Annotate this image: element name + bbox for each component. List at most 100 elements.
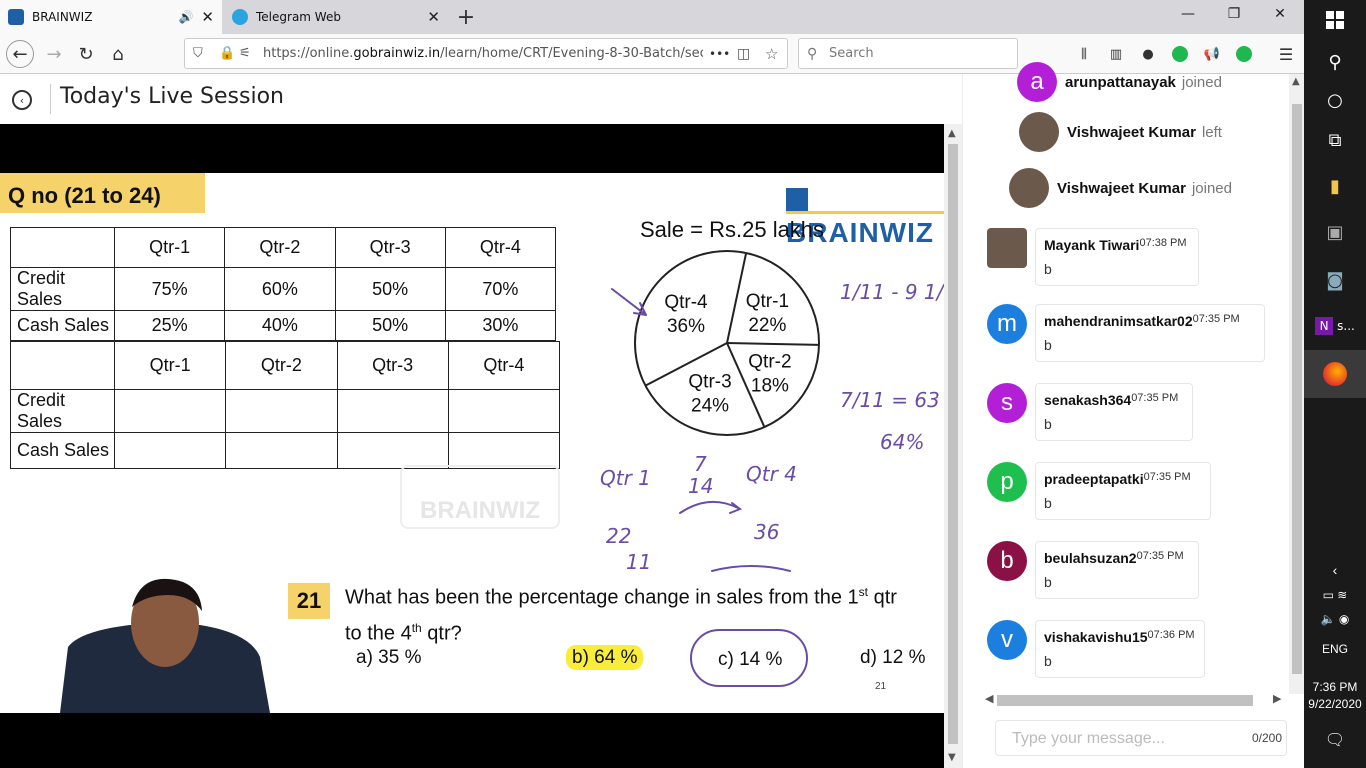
- lecture-slide: Q no (21 to 24) BRAINWIZ Qtr-1 Qtr-2 Qtr…: [0, 173, 944, 713]
- avatar: p: [987, 462, 1027, 502]
- speaker-icon[interactable]: 🔊: [178, 10, 193, 24]
- question-text: What has been the percentage change in s…: [345, 585, 897, 645]
- url-text[interactable]: https://online.gobrainwiz.in/learn/home/…: [263, 46, 703, 61]
- table-cell: 60%: [224, 267, 336, 311]
- onenote-taskbar-item[interactable]: N s...: [1304, 306, 1366, 346]
- option-b-highlighted: b) 64 %: [566, 645, 644, 670]
- new-tab-button[interactable]: +: [452, 3, 480, 31]
- cortana-icon[interactable]: ○: [1304, 80, 1366, 120]
- table-header-cell: Qtr-2: [224, 227, 336, 268]
- telegram-favicon-icon: [232, 9, 248, 25]
- restore-button[interactable]: ❐: [1214, 6, 1254, 22]
- table-cell: 75%: [113, 267, 226, 311]
- shield-icon[interactable]: ⛉: [193, 46, 203, 61]
- annotation-22: 22: [606, 524, 631, 548]
- scrollbar-thumb[interactable]: [997, 695, 1253, 706]
- tab-telegram[interactable]: Telegram Web ✕: [224, 0, 448, 34]
- forward-button[interactable]: →: [40, 40, 68, 68]
- recorder-icon[interactable]: ▣: [1304, 212, 1366, 252]
- windows-start-icon[interactable]: [1304, 0, 1366, 40]
- chat-message: Mayank Tiwari07:38 PM b: [987, 228, 1199, 286]
- network-icon[interactable]: ▭ ≋: [1304, 588, 1366, 602]
- annotation-36: 36: [754, 520, 779, 544]
- back-circle-icon[interactable]: ‹: [12, 90, 32, 110]
- close-tab-icon[interactable]: ✕: [427, 8, 440, 26]
- notifications-icon[interactable]: 🗨: [1304, 730, 1366, 750]
- table-cell: [447, 389, 561, 433]
- page-actions-icon[interactable]: •••: [709, 47, 730, 61]
- clock-date[interactable]: 9/22/2020: [1304, 697, 1366, 711]
- row-header: Credit Sales: [10, 267, 115, 311]
- show-hidden-icons-icon[interactable]: ‹: [1304, 562, 1366, 578]
- chat-message: b beulahsuzan207:35 PM b: [987, 541, 1199, 599]
- onenote-icon: N: [1315, 317, 1334, 335]
- table-cell: [447, 432, 561, 469]
- clock-time[interactable]: 7:36 PM: [1304, 680, 1366, 694]
- lock-icon[interactable]: 🔒: [219, 46, 235, 61]
- search-icon[interactable]: ⚲: [1304, 42, 1366, 82]
- extension-megaphone-icon[interactable]: 📢: [1202, 44, 1222, 64]
- slide-page-number: 21: [875, 681, 887, 692]
- menu-icon[interactable]: ☰: [1276, 44, 1296, 64]
- table-header-cell: Qtr-4: [444, 227, 557, 268]
- avatar: s: [987, 383, 1027, 423]
- live-video-player[interactable]: Q no (21 to 24) BRAINWIZ Qtr-1 Qtr-2 Qtr…: [0, 124, 944, 768]
- table-header-cell: Qtr-1: [113, 341, 227, 390]
- scroll-left-icon[interactable]: ◀: [985, 692, 993, 705]
- message-bubble: vishakavishu1507:36 PM b: [1035, 620, 1205, 678]
- table-cell: 70%: [444, 267, 557, 311]
- library-icon[interactable]: ⫼: [1074, 44, 1094, 64]
- tab-brainwiz[interactable]: BRAINWIZ 🔊 ✕: [0, 0, 222, 34]
- chat-panel: a arunpattanayak joined Vishwajeet Kumar l…: [962, 62, 1305, 768]
- file-explorer-icon[interactable]: ▮: [1304, 166, 1366, 206]
- chat-message-input[interactable]: Type your message... 0/200: [995, 720, 1287, 756]
- scroll-down-icon[interactable]: ▼: [948, 752, 956, 763]
- brainwiz-favicon-icon: [8, 9, 24, 25]
- home-button[interactable]: ⌂: [104, 40, 132, 68]
- avatar: b: [987, 541, 1027, 581]
- table-cell: 50%: [334, 310, 446, 341]
- sidebar-icon[interactable]: ▥: [1106, 44, 1126, 64]
- table-cell: [225, 389, 338, 433]
- annotation-fraction-2: 7/11 = 63 7/11: [840, 388, 944, 412]
- page-scrollbar[interactable]: ▲ ▼: [944, 124, 962, 768]
- firefox-icon: [1323, 362, 1347, 386]
- system-message: a arunpattanayak joined: [1017, 62, 1222, 102]
- avatar: a: [1017, 62, 1057, 102]
- avatar: [1019, 112, 1059, 152]
- reload-button[interactable]: ↻: [72, 40, 100, 68]
- chat-vertical-scrollbar[interactable]: ▲: [1289, 74, 1305, 694]
- task-view-icon[interactable]: ⧉: [1304, 120, 1366, 160]
- camera-icon[interactable]: ◙: [1304, 260, 1366, 300]
- scroll-up-icon[interactable]: ▲: [1292, 76, 1300, 87]
- scrollbar-thumb[interactable]: [1292, 104, 1302, 674]
- windows-taskbar: ⚲ ○ ⧉ ▮ ▣ ◙ N s... ‹ ▭ ≋ 🔈 ◉ ENG 7:36 PM…: [1304, 0, 1366, 768]
- watermark: BRAINWIZ: [400, 465, 560, 529]
- char-counter: 0/200: [1251, 731, 1282, 745]
- minimize-button[interactable]: —: [1168, 6, 1208, 22]
- page-header: ‹ Today's Live Session: [0, 74, 962, 124]
- chat-horizontal-scrollbar[interactable]: ◀ ▶: [983, 692, 1283, 708]
- close-tab-icon[interactable]: ✕: [201, 8, 214, 26]
- extension-grammarly-icon[interactable]: [1172, 46, 1188, 62]
- close-window-button[interactable]: ✕: [1260, 6, 1300, 22]
- annotation-fraction-1: 1/11 - 9 1/11: [840, 280, 944, 304]
- firefox-taskbar-item[interactable]: [1304, 350, 1366, 398]
- search-icon: ⚲: [807, 45, 818, 62]
- permissions-icon[interactable]: ⚟: [239, 46, 251, 61]
- volume-icon[interactable]: 🔈 ◉: [1304, 612, 1366, 626]
- back-button[interactable]: ←: [6, 40, 34, 68]
- search-input[interactable]: ⚲ Search: [798, 38, 1018, 69]
- pocket-icon[interactable]: ◫: [737, 46, 750, 62]
- account-icon[interactable]: ●: [1138, 44, 1158, 64]
- scroll-up-icon[interactable]: ▲: [948, 128, 956, 139]
- scrollbar-thumb[interactable]: [948, 144, 958, 744]
- row-header: Cash Sales: [10, 310, 115, 341]
- bookmark-star-icon[interactable]: ☆: [765, 45, 778, 63]
- extension-badge-icon[interactable]: [1236, 46, 1252, 62]
- language-indicator[interactable]: ENG: [1304, 642, 1366, 656]
- url-bar[interactable]: ⛉ 🔒 ⚟ https://online.gobrainwiz.in/learn…: [184, 38, 788, 69]
- scroll-right-icon[interactable]: ▶: [1273, 692, 1281, 705]
- message-bubble: Mayank Tiwari07:38 PM b: [1035, 228, 1199, 286]
- tab-label: BRAINWIZ: [32, 10, 93, 24]
